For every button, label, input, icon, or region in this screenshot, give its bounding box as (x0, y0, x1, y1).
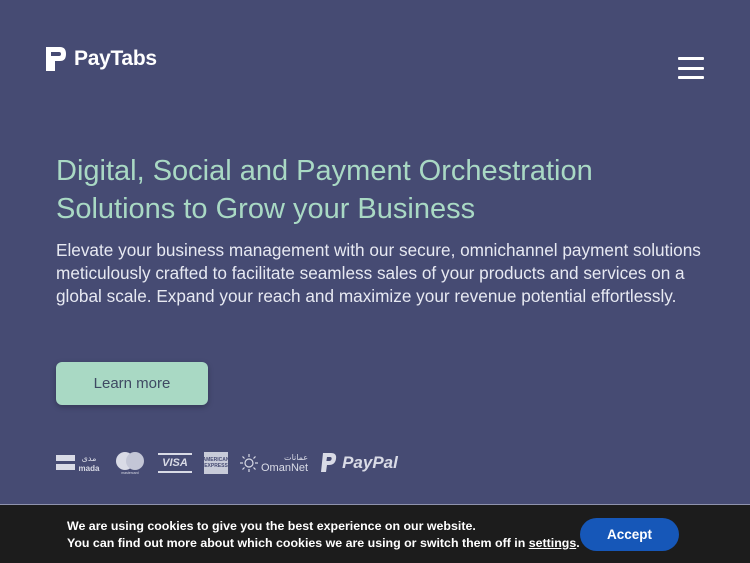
payment-logos: مدى mada mastercard VISA AMERICAN EXPRES… (56, 450, 398, 476)
mada-arabic-label: مدى (82, 454, 97, 463)
brand-name: PayTabs (74, 47, 157, 70)
cookie-banner: We are using cookies to give you the bes… (0, 504, 750, 563)
cookie-settings-link[interactable]: settings (529, 536, 577, 550)
visa-logo: VISA (158, 453, 192, 473)
amex-logo: AMERICAN EXPRESS (203, 452, 229, 474)
hero-title: Digital, Social and Payment Orchestratio… (56, 155, 593, 225)
site-header: PayTabs (0, 0, 750, 110)
omannet-label: OmanNet (261, 462, 309, 474)
mastercard-logo: mastercard (114, 451, 146, 475)
cookie-line-2: You can find out more about which cookie… (67, 536, 580, 550)
cookie-line-1: We are using cookies to give you the bes… (67, 519, 476, 533)
hamburger-menu-icon[interactable] (678, 57, 704, 79)
paypal-icon (321, 453, 337, 472)
paypal-logo: PayPal (320, 452, 398, 474)
paytabs-logo-icon (46, 47, 66, 71)
learn-more-button[interactable]: Learn more (56, 362, 208, 405)
accept-cookies-button[interactable]: Accept (580, 518, 679, 551)
mada-logo: مدى mada (56, 452, 102, 474)
omannet-logo: عمانات OmanNet (240, 452, 308, 474)
omannet-sun-icon (240, 454, 258, 472)
paypal-label: PayPal (342, 453, 398, 472)
hero-description: Elevate your business management with ou… (56, 240, 701, 306)
mada-label: mada (79, 464, 100, 473)
paytabs-logo[interactable]: PayTabs (44, 44, 157, 74)
mastercard-label: mastercard (121, 471, 139, 475)
cookie-message: We are using cookies to give you the bes… (67, 518, 580, 552)
